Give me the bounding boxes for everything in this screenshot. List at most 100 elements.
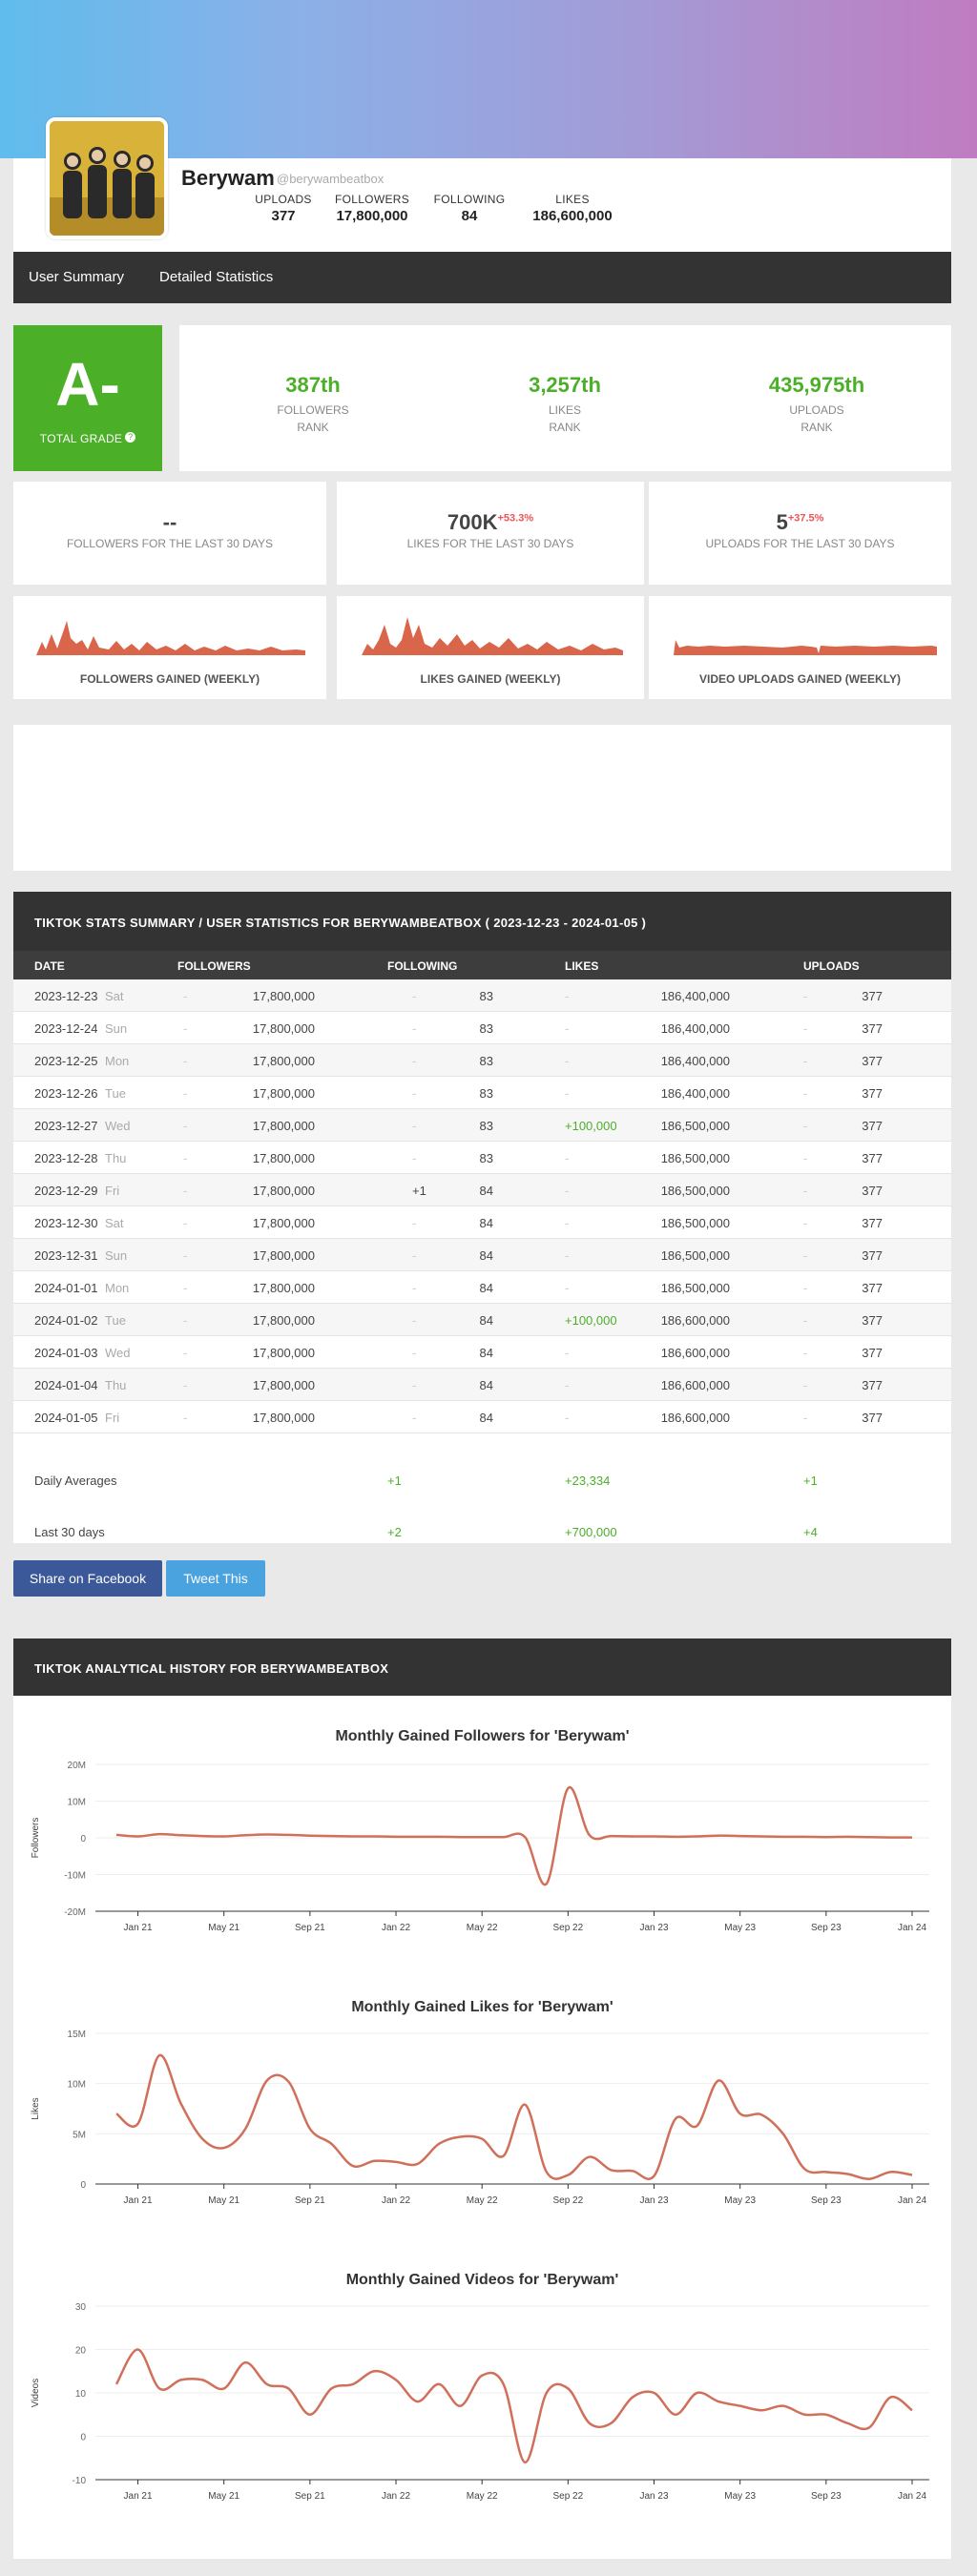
rank-label: LIKES — [548, 403, 582, 417]
row-followers-change: - — [183, 1346, 188, 1360]
row-uploads: 377 — [862, 1184, 883, 1198]
tweet-button[interactable]: Tweet This — [166, 1560, 265, 1597]
row-following: 84 — [479, 1411, 493, 1425]
table-row: 2023-12-28 Thu - 17,800,000 - 83 - 186,500,000 -… — [13, 1142, 951, 1174]
uploads-sparkline-card: VIDEO UPLOADS GAINED (WEEKLY) — [649, 596, 951, 699]
row-likes: 186,400,000 — [660, 1021, 730, 1036]
row-followers: 17,800,000 — [252, 1184, 315, 1198]
uploads-stat: UPLOADS 377 — [250, 193, 317, 224]
y-tick-label: -20M — [64, 1907, 86, 1918]
followers-last30: -- FOLLOWERS FOR THE LAST 30 DAYS — [13, 482, 326, 585]
table-row: 2023-12-26 Tue - 17,800,000 - 83 - 186,400,000 -… — [13, 1077, 951, 1109]
table-row: 2023-12-27 Wed - 17,800,000 - 83 +100,000 186,5… — [13, 1109, 951, 1142]
x-tick-label: Jan 23 — [639, 2491, 668, 2502]
row-following-change: - — [412, 1086, 417, 1101]
row-uploads-change: - — [803, 1411, 808, 1425]
videos-chart: 30 20 10 0 -10 Videos Jan 21 May 21 Sep 21 Jan 22… — [31, 2302, 929, 2502]
row-day: Wed — [105, 1346, 131, 1360]
x-tick-label: May 22 — [467, 2195, 498, 2206]
followers-stat: FOLLOWERS 17,800,000 — [328, 193, 416, 224]
user-name: Berywam — [181, 166, 275, 190]
row-uploads: 377 — [862, 1216, 883, 1230]
row-uploads-change: - — [803, 1151, 808, 1165]
avatar[interactable] — [46, 117, 168, 239]
x-tick-label: Jan 22 — [382, 2491, 410, 2502]
x-tick-label: Jan 23 — [639, 1923, 668, 1933]
tab-user-summary[interactable]: User Summary — [29, 269, 124, 285]
sum-uploads: +1 — [803, 1473, 818, 1488]
rank-label: UPLOADS — [789, 403, 844, 417]
row-uploads-change: - — [803, 1248, 808, 1263]
ad-placeholder — [13, 725, 951, 871]
row-date: 2024-01-04 — [34, 1378, 98, 1392]
row-following: 83 — [479, 989, 493, 1003]
y-tick-label: 10M — [68, 2080, 86, 2091]
table-row: 2024-01-03 Wed - 17,800,000 - 84 - 186,600,000 -… — [13, 1336, 951, 1369]
row-followers: 17,800,000 — [252, 1313, 315, 1328]
row-uploads-change: - — [803, 1346, 808, 1360]
table-row: 2023-12-24 Sun - 17,800,000 - 83 - 186,400,000 -… — [13, 1012, 951, 1044]
rank-label: FOLLOWERS — [277, 403, 349, 417]
row-date: 2024-01-03 — [34, 1346, 98, 1360]
row-followers-change: - — [183, 989, 188, 1003]
row-uploads-change: - — [803, 1054, 808, 1068]
y-tick-label: 15M — [68, 2030, 86, 2040]
likes-sparkline-card: LIKES GAINED (WEEKLY) — [337, 596, 644, 699]
row-likes: 186,400,000 — [660, 989, 730, 1003]
row-following-change: - — [412, 1281, 417, 1295]
navbar: User Summary Detailed Statistics — [13, 252, 951, 303]
row-likes: 186,600,000 — [660, 1313, 730, 1328]
table-header: DATE FOLLOWERS FOLLOWING LIKES UPLOADS — [13, 951, 951, 979]
row-followers-change: - — [183, 1411, 188, 1425]
tab-detailed-statistics[interactable]: Detailed Statistics — [159, 269, 273, 285]
row-uploads: 377 — [862, 1054, 883, 1068]
analytical-history: TIKTOK ANALYTICAL HISTORY FOR BERYWAMBEA… — [13, 1638, 951, 2559]
row-following-change: - — [412, 1054, 417, 1068]
likes-stat: LIKES 186,600,000 — [525, 193, 620, 224]
grade-letter: A- — [55, 350, 120, 419]
row-day: Fri — [105, 1184, 120, 1198]
row-following: 83 — [479, 1054, 493, 1068]
table-row: 2024-01-02 Tue - 17,800,000 - 84 +100,000 186,6… — [13, 1304, 951, 1336]
stats-summary-table: TIKTOK STATS SUMMARY / USER STATISTICS F… — [13, 892, 951, 1543]
grade-label: TOTAL GRADE? — [13, 432, 162, 445]
row-day: Sat — [105, 1216, 124, 1230]
stat-value: 377 — [271, 208, 296, 224]
row-day: Sun — [105, 1021, 128, 1036]
share-facebook-button[interactable]: Share on Facebook — [13, 1560, 162, 1597]
likes-rank: 3,257th LIKES RANK — [431, 325, 698, 436]
x-tick-label: Jan 21 — [124, 1923, 153, 1933]
last-30-days-row: Last 30 days +2 +700,000 +4 — [13, 1506, 951, 1557]
last30-value: -- — [162, 510, 177, 534]
row-likes-change: - — [565, 1184, 570, 1198]
help-icon[interactable]: ? — [125, 432, 136, 443]
rank-value: 435,975th — [768, 373, 865, 397]
sum-likes: +700,000 — [565, 1525, 617, 1539]
row-uploads-change: - — [803, 1313, 808, 1328]
y-tick-label: 0 — [80, 1834, 86, 1844]
x-tick-label: Jan 22 — [382, 2195, 410, 2206]
y-axis-label: Videos — [31, 2379, 41, 2407]
row-likes: 186,500,000 — [660, 1119, 730, 1133]
row-date: 2023-12-25 — [34, 1054, 98, 1068]
likes-chart: 15M 10M 5M 0 Likes Jan 21 May 21 Sep 21 Jan 22 Ma… — [31, 2030, 929, 2206]
stat-label: LIKES — [555, 193, 590, 206]
row-likes-change: - — [565, 1248, 570, 1263]
row-followers: 17,800,000 — [252, 989, 315, 1003]
row-following: 83 — [479, 1151, 493, 1165]
row-following-change: - — [412, 1248, 417, 1263]
sum-uploads: +4 — [803, 1525, 818, 1539]
row-uploads-change: - — [803, 1378, 808, 1392]
table-title: TIKTOK STATS SUMMARY / USER STATISTICS F… — [13, 892, 951, 951]
table-row: 2023-12-30 Sat - 17,800,000 - 84 - 186,500,000 -… — [13, 1206, 951, 1239]
row-followers-change: - — [183, 1184, 188, 1198]
row-followers-change: - — [183, 1313, 188, 1328]
x-tick-label: May 21 — [208, 2195, 239, 2206]
row-day: Thu — [105, 1151, 127, 1165]
likes-last30: 700K+53.3% LIKES FOR THE LAST 30 DAYS — [337, 482, 644, 585]
table-row: 2023-12-25 Mon - 17,800,000 - 83 - 186,400,000 -… — [13, 1044, 951, 1077]
row-following-change: - — [412, 1411, 417, 1425]
row-following: 84 — [479, 1346, 493, 1360]
row-date: 2024-01-02 — [34, 1313, 98, 1328]
uploads-rank: 435,975th UPLOADS RANK — [683, 325, 950, 436]
